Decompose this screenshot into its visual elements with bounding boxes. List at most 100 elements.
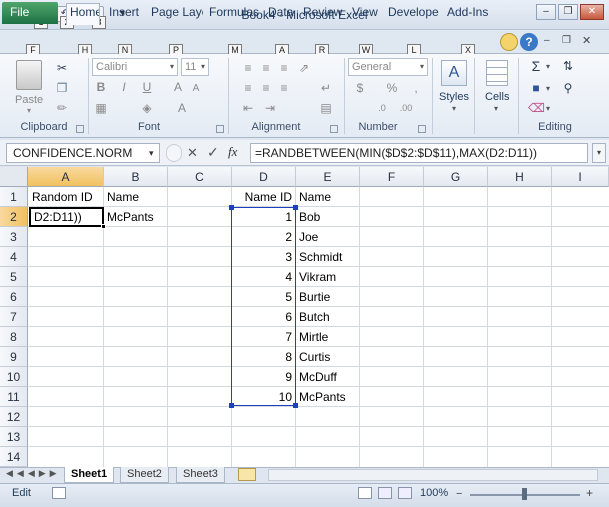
bold-icon[interactable]: B — [93, 79, 109, 95]
column-header-f[interactable]: F — [360, 167, 424, 187]
cell-e7[interactable]: Butch — [296, 307, 359, 327]
macro-record-icon[interactable] — [52, 487, 66, 499]
fill-icon[interactable]: ■ — [528, 80, 544, 96]
styles-icon[interactable]: A — [441, 60, 467, 86]
row-header-9[interactable]: 9 — [0, 347, 28, 367]
align-right-icon[interactable]: ≡ — [276, 80, 292, 96]
cell-e6[interactable]: Burtie — [296, 287, 359, 307]
cell-e3[interactable]: Joe — [296, 227, 359, 247]
row-header-3[interactable]: 3 — [0, 227, 28, 247]
insert-worksheet-icon[interactable] — [238, 468, 256, 481]
cell-d2[interactable]: 1 — [232, 207, 295, 227]
select-all-corner[interactable] — [0, 167, 28, 187]
autosum-dropdown-icon[interactable]: ▾ — [546, 62, 550, 71]
styles-dropdown-icon[interactable]: ▾ — [452, 104, 456, 113]
format-painter-icon[interactable]: ✏ — [54, 100, 70, 116]
row-header-11[interactable]: 11 — [0, 387, 28, 407]
percent-icon[interactable]: % — [384, 80, 400, 96]
number-format-dropdown-icon[interactable]: ▾ — [420, 62, 424, 71]
clear-dropdown-icon[interactable]: ▾ — [546, 104, 550, 113]
insert-function-icon[interactable]: fx — [228, 144, 237, 160]
zoom-out-icon[interactable]: − — [456, 488, 462, 500]
clipboard-launcher-icon[interactable] — [76, 125, 84, 133]
row-header-7[interactable]: 7 — [0, 307, 28, 327]
row-header-5[interactable]: 5 — [0, 267, 28, 287]
decrease-indent-icon[interactable]: ⇤ — [240, 100, 256, 116]
cells-button-label[interactable]: Cells — [485, 91, 509, 103]
restore-icon[interactable]: ❐ — [558, 4, 578, 20]
cell-d7[interactable]: 6 — [232, 307, 295, 327]
number-launcher-icon[interactable] — [418, 125, 426, 133]
currency-icon[interactable]: $ — [352, 80, 368, 96]
find-select-icon[interactable]: ⚲ — [560, 80, 576, 96]
styles-button-label[interactable]: Styles — [439, 91, 469, 103]
font-size-dropdown-icon[interactable]: ▾ — [201, 62, 205, 71]
copy-icon[interactable]: ❐ — [54, 80, 70, 96]
cell-d11[interactable]: 10 — [232, 387, 295, 407]
tab-page-layout[interactable]: Page Layc — [151, 4, 203, 24]
column-header-a[interactable]: A — [28, 167, 104, 187]
cell-d1[interactable]: Name ID — [232, 187, 295, 207]
cells-icon[interactable] — [486, 60, 508, 86]
minimize-icon[interactable]: – — [536, 4, 556, 20]
tab-formulas[interactable]: Formulas — [209, 4, 261, 24]
cells-dropdown-icon[interactable]: ▾ — [494, 104, 498, 113]
name-box-dropdown-icon[interactable]: ▾ — [149, 148, 154, 159]
workbook-restore-icon[interactable]: ❐ — [562, 35, 571, 46]
confirm-entry-icon[interactable]: ✓ — [207, 144, 219, 161]
tab-sheet2[interactable]: Sheet2 — [120, 467, 169, 483]
merge-center-icon[interactable]: ▤ — [318, 100, 334, 116]
column-header-h[interactable]: H — [488, 167, 552, 187]
help-icon[interactable]: ? — [520, 33, 538, 51]
sort-filter-icon[interactable]: ⇅ — [560, 58, 576, 74]
paste-button-label[interactable]: Paste — [15, 94, 43, 106]
column-header-e[interactable]: E — [296, 167, 360, 187]
cell-e2[interactable]: Bob — [296, 207, 359, 227]
increase-decimal-icon[interactable]: .0 — [374, 100, 390, 116]
normal-view-icon[interactable] — [358, 487, 372, 499]
align-top-icon[interactable]: ≡ — [240, 60, 256, 76]
underline-icon[interactable]: U — [139, 79, 155, 95]
tab-file[interactable]: File — [2, 2, 58, 24]
font-name-box[interactable]: Calibri — [92, 58, 178, 76]
zoom-level[interactable]: 100% — [420, 487, 448, 499]
italic-icon[interactable]: I — [116, 79, 132, 95]
cell-b2[interactable]: McPants — [104, 207, 167, 227]
cell-d8[interactable]: 7 — [232, 327, 295, 347]
cell-d5[interactable]: 4 — [232, 267, 295, 287]
fill-dropdown-icon[interactable]: ▾ — [546, 84, 550, 93]
tab-data[interactable]: Data — [268, 4, 298, 24]
ribbon-minimize-icon[interactable] — [500, 33, 518, 51]
column-header-i[interactable]: I — [552, 167, 609, 187]
autosum-icon[interactable]: Σ — [528, 58, 544, 74]
increase-indent-icon[interactable]: ⇥ — [262, 100, 278, 116]
tab-developer[interactable]: Develope — [388, 4, 440, 24]
align-middle-icon[interactable]: ≡ — [258, 60, 274, 76]
cell-e9[interactable]: Curtis — [296, 347, 359, 367]
row-header-12[interactable]: 12 — [0, 407, 28, 427]
name-box[interactable]: CONFIDENCE.NORM — [6, 143, 160, 163]
align-left-icon[interactable]: ≡ — [240, 80, 256, 96]
paste-icon[interactable] — [16, 60, 42, 90]
cell-e10[interactable]: McDuff — [296, 367, 359, 387]
cell-d10[interactable]: 9 — [232, 367, 295, 387]
tab-sheet3[interactable]: Sheet3 — [176, 467, 225, 483]
row-header-8[interactable]: 8 — [0, 327, 28, 347]
comma-style-icon[interactable]: , — [408, 80, 424, 96]
row-header-1[interactable]: 1 — [0, 187, 28, 207]
row-header-6[interactable]: 6 — [0, 287, 28, 307]
decrease-decimal-icon[interactable]: .00 — [398, 100, 414, 116]
workbook-close-icon[interactable]: ✕ — [582, 34, 591, 47]
tab-view[interactable]: View — [352, 4, 382, 24]
wrap-text-icon[interactable]: ↵ — [318, 80, 334, 96]
workbook-minimize-icon[interactable]: – — [544, 35, 550, 46]
font-color-icon[interactable]: A — [174, 100, 190, 116]
close-icon[interactable]: ✕ — [580, 4, 604, 20]
tab-review[interactable]: Review — [303, 4, 345, 24]
column-header-b[interactable]: B — [104, 167, 168, 187]
zoom-slider-thumb[interactable] — [522, 488, 527, 500]
cell-e4[interactable]: Schmidt — [296, 247, 359, 267]
column-header-g[interactable]: G — [424, 167, 488, 187]
row-header-2[interactable]: 2 — [0, 207, 28, 227]
row-header-4[interactable]: 4 — [0, 247, 28, 267]
